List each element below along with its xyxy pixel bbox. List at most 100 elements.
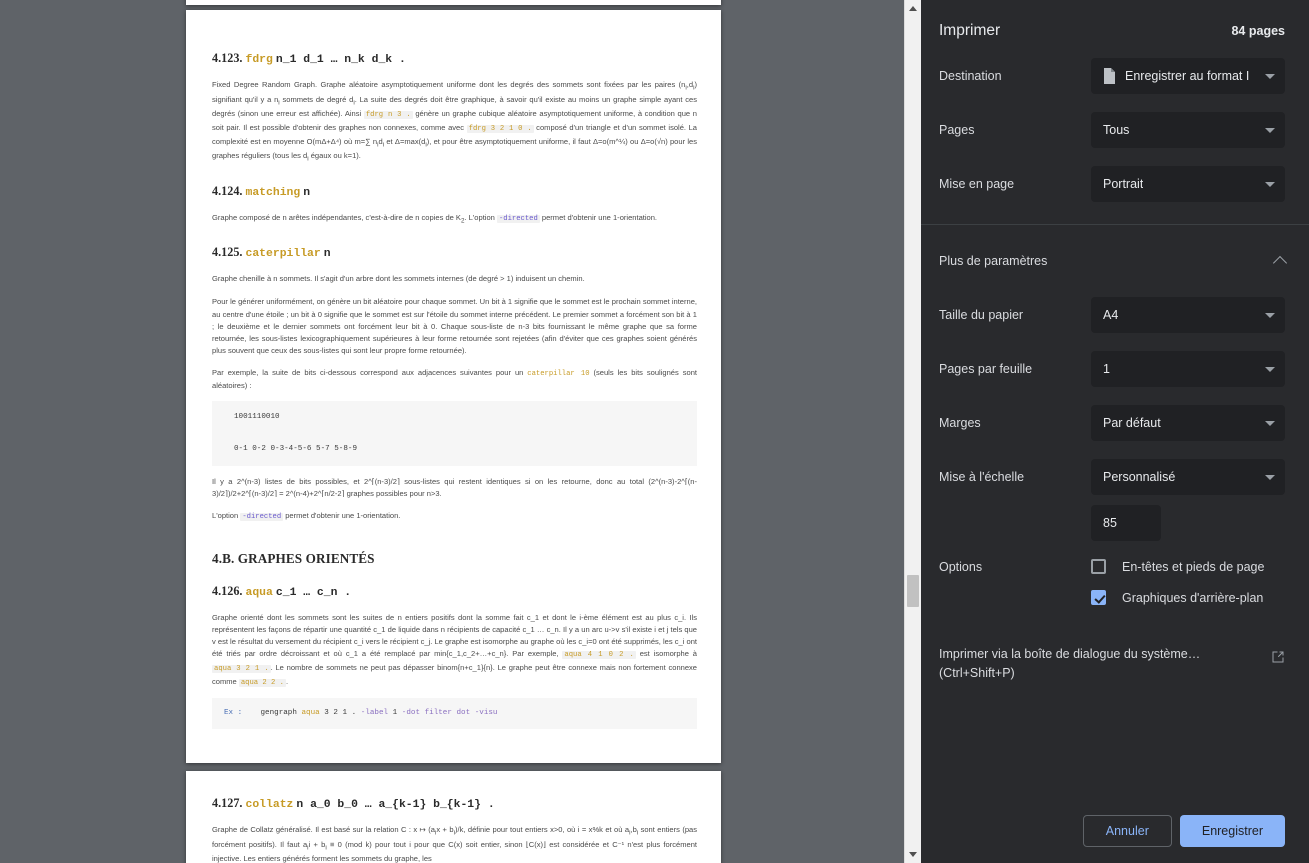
scroll-down-arrow-icon[interactable]: [905, 846, 921, 863]
doc-heading-number: 4.127.: [212, 796, 243, 810]
doc-heading-matching: 4.124. matching n: [212, 181, 697, 203]
example-option-dot: -dot filter dot -visu: [401, 709, 498, 718]
example-label: Ex :: [224, 709, 243, 718]
setting-row-pages: Pages Tous: [939, 112, 1285, 148]
chevron-down-icon: [1265, 367, 1275, 372]
open-external-icon: [1272, 651, 1284, 663]
adjacency-line: 0-1 0-2 0-3-4-5-6 5-7 5-8-9: [234, 444, 358, 453]
scale-input-row: 85: [921, 505, 1309, 541]
setting-label-scale: Mise à l'échelle: [939, 470, 1025, 484]
setting-row-destination: Destination Enregistrer au format I: [939, 58, 1285, 94]
layout-select[interactable]: Portrait: [1091, 166, 1285, 202]
margins-value: Par défaut: [1103, 416, 1161, 430]
save-button[interactable]: Enregistrer: [1179, 815, 1285, 847]
headers-footers-checkbox[interactable]: [1091, 559, 1106, 574]
margins-select[interactable]: Par défaut: [1091, 405, 1285, 441]
doc-heading-command: aqua: [245, 586, 273, 599]
example-binary: gengraph: [260, 709, 297, 718]
doc-paragraph-caterpillar-2: Pour le générer uniformément, on génère …: [212, 297, 697, 356]
destination-select[interactable]: Enregistrer au format I: [1091, 58, 1285, 94]
doc-heading-number: 4.123.: [212, 51, 243, 65]
document-preview-pane: 4.123. fdrg n_1 d_1 … n_k d_k . Fixed De…: [0, 0, 921, 863]
pages-select[interactable]: Tous: [1091, 112, 1285, 148]
text-run: .: [285, 676, 289, 686]
headers-footers-label: En-têtes et pieds de page: [1122, 559, 1265, 574]
setting-row-margins: Marges Par défaut: [939, 405, 1285, 441]
settings-divider: [921, 224, 1309, 225]
example-keyword: aqua: [301, 709, 320, 718]
doc-paragraph-caterpillar-5: L'option -directed permet d'obtenir une …: [212, 510, 697, 524]
document-icon: [1104, 68, 1115, 84]
preview-page-current: 4.123. fdrg n_1 d_1 … n_k d_k . Fixed De…: [186, 10, 721, 763]
chevron-down-icon: [1265, 182, 1275, 187]
inline-code: caterpillar 10: [527, 369, 590, 378]
paper-size-value: A4: [1103, 308, 1119, 322]
scroll-up-arrow-icon[interactable]: [905, 0, 921, 17]
doc-heading-command: collatz: [245, 799, 294, 811]
doc-heading-args: n_1 d_1 … n_k d_k .: [275, 54, 406, 66]
doc-heading-number: 4.125.: [212, 245, 243, 260]
text-run: Graphe de Collatz généralisé. Il est bas…: [212, 824, 435, 834]
inline-code: aqua 4 1 0 2 .: [562, 651, 636, 660]
setting-label-pages: Pages: [939, 123, 975, 137]
headers-footers-checkbox-row[interactable]: En-têtes et pieds de page: [1091, 559, 1264, 574]
chevron-down-icon: [1265, 313, 1275, 318]
doc-paragraph-fdrg: Fixed Degree Random Graph. Graphe aléato…: [212, 79, 698, 163]
text-run: Graphe composé de n arêtes indépendantes…: [212, 212, 461, 222]
setting-label-paper-size: Taille du papier: [939, 308, 1024, 322]
destination-value: Enregistrer au format I: [1125, 69, 1250, 83]
preview-scrollbar[interactable]: [904, 0, 921, 863]
text-run: sommets de degré d: [279, 94, 354, 104]
layout-value: Portrait: [1103, 177, 1144, 191]
text-run: Fixed Degree Random Graph. Graphe aléato…: [212, 79, 686, 89]
cancel-button[interactable]: Annuler: [1082, 815, 1172, 847]
doc-heading-aqua: 4.126. aqua c_1 … c_n .: [212, 581, 697, 603]
more-settings-label: Plus de paramètres: [939, 254, 1048, 268]
preview-page-next: 4.127. collatz n a_0 b_0 … a_{k-1} b_{k-…: [186, 771, 721, 863]
paper-size-select[interactable]: A4: [1091, 297, 1285, 333]
text-run: i + b: [308, 839, 326, 849]
setting-row-pages-per-sheet: Pages par feuille 1: [939, 351, 1285, 387]
inline-option-code: -directed: [496, 214, 540, 223]
chevron-down-icon: [1265, 128, 1275, 133]
text-run: est isomorphe à: [635, 649, 698, 659]
background-graphics-checkbox[interactable]: [1091, 590, 1106, 605]
doc-section-heading: 4.B. GRAPHES ORIENTÉS: [212, 551, 375, 567]
more-settings-rows: Taille du papier A4 Pages par feuille 1 …: [921, 297, 1309, 495]
system-print-dialog-label: Imprimer via la boîte de dialogue du sys…: [939, 647, 1201, 680]
scale-select[interactable]: Personnalisé: [1091, 459, 1285, 495]
setting-label-pages-per-sheet: Pages par feuille: [939, 362, 1033, 376]
text-run: x + b: [436, 824, 454, 834]
scale-value: Personnalisé: [1103, 470, 1176, 484]
system-print-dialog-link[interactable]: Imprimer via la boîte de dialogue du sys…: [921, 645, 1309, 683]
text-run: égaux ou k=1).: [308, 151, 361, 161]
page-title: Imprimer: [939, 22, 1001, 39]
dialog-header: Imprimer 84 pages: [921, 0, 1309, 40]
text-run: permet d'obtenir une 1-orientation.: [539, 212, 658, 222]
more-settings-toggle[interactable]: Plus de paramètres: [921, 243, 1309, 279]
document-scroll-area[interactable]: 4.123. fdrg n_1 d_1 … n_k d_k . Fixed De…: [0, 0, 904, 863]
setting-label-layout: Mise en page: [939, 177, 1015, 191]
doc-heading-args: n: [303, 186, 311, 199]
inline-code: aqua 2 2 .: [238, 678, 286, 687]
bits-line: 1001110010: [234, 413, 280, 422]
example-args: 3 2 1 .: [324, 709, 357, 718]
scale-percent-input[interactable]: 85: [1091, 505, 1161, 541]
setting-row-scale: Mise à l'échelle Personnalisé: [939, 459, 1285, 495]
inline-code: fdrg n 3 .: [363, 111, 413, 120]
pages-per-sheet-value: 1: [1103, 362, 1110, 376]
chevron-up-icon: [1272, 255, 1288, 271]
chevron-down-icon: [1265, 74, 1275, 79]
background-graphics-checkbox-row[interactable]: Graphiques d'arrière-plan: [1091, 590, 1263, 605]
pages-per-sheet-select[interactable]: 1: [1091, 351, 1285, 387]
chevron-down-icon: [1265, 475, 1275, 480]
doc-heading-command: fdrg: [245, 54, 273, 66]
print-preview-window: 4.123. fdrg n_1 d_1 … n_k d_k . Fixed De…: [0, 0, 1309, 863]
inline-option-code: -directed: [240, 512, 284, 521]
doc-example-row: Ex : gengraph aqua 3 2 1 . -label 1 -dot…: [212, 698, 697, 729]
text-run: permet d'obtenir une 1-orientation.: [283, 510, 401, 520]
text-run: Par exemple, la suite de bits ci-dessous…: [212, 367, 528, 377]
doc-heading-args: n: [323, 248, 331, 261]
scrollbar-thumb[interactable]: [907, 575, 919, 607]
page-count-badge: 84 pages: [1231, 24, 1285, 38]
